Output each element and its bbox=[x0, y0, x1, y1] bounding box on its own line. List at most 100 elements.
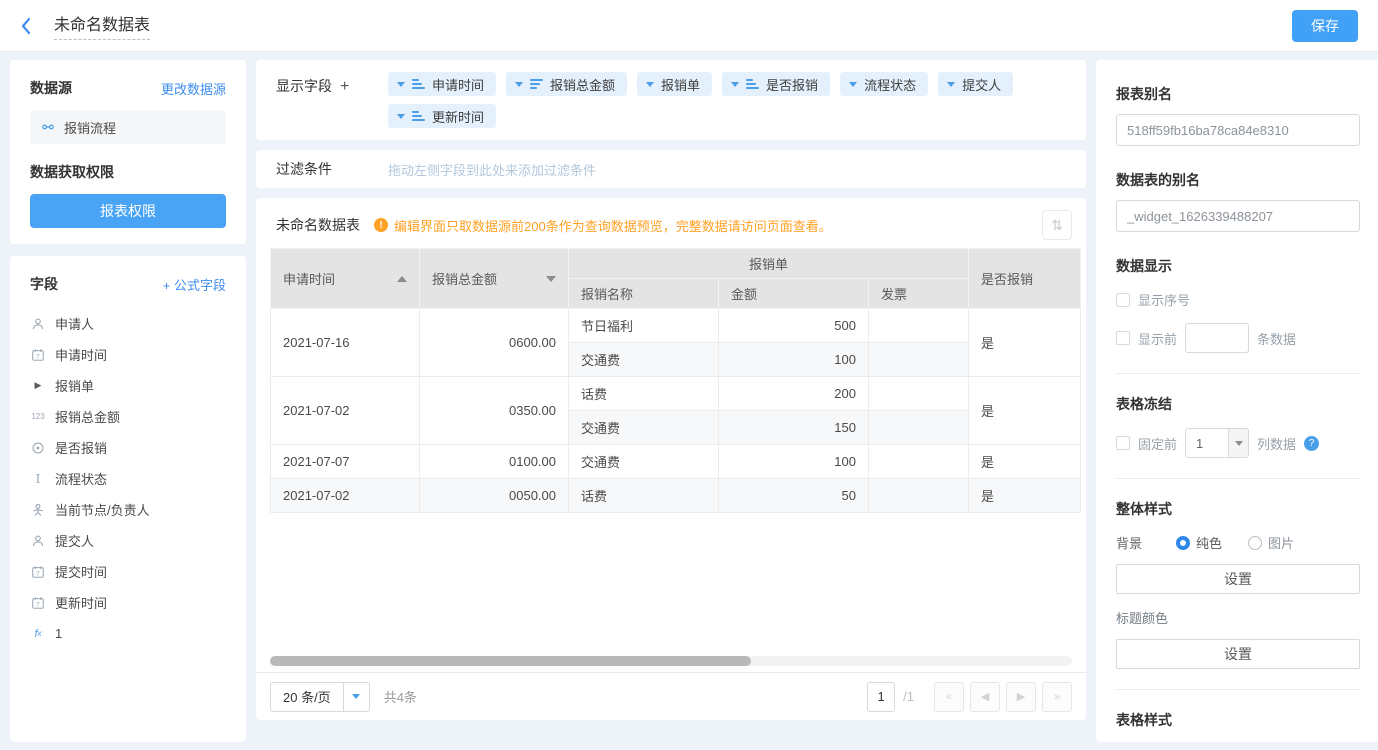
freeze-checkbox[interactable] bbox=[1116, 436, 1130, 450]
first-page-button[interactable]: « bbox=[934, 682, 964, 712]
table-cell-amount: 500 bbox=[719, 309, 869, 343]
display-field-chip-label: 是否报销 bbox=[766, 75, 818, 94]
save-button[interactable]: 保存 bbox=[1292, 10, 1358, 42]
image-radio[interactable] bbox=[1248, 536, 1262, 550]
table-cell-name: 话费 bbox=[569, 479, 719, 513]
column-header-flag[interactable]: 是否报销 bbox=[969, 249, 1081, 309]
display-field-chip[interactable]: 提交人 bbox=[938, 72, 1013, 96]
display-field-chip[interactable]: 申请时间 bbox=[388, 72, 496, 96]
flow-icon bbox=[40, 119, 56, 135]
table-cell-name: 节日福利 bbox=[569, 309, 719, 343]
field-item[interactable]: ▶报销单 bbox=[30, 370, 226, 401]
display-field-chip[interactable]: 更新时间 bbox=[388, 104, 496, 128]
filter-dropzone[interactable]: 拖动左侧字段到此处来添加过滤条件 bbox=[388, 160, 596, 179]
display-field-chip[interactable]: 报销单 bbox=[637, 72, 712, 96]
freeze-count-select[interactable]: 1 bbox=[1185, 428, 1249, 458]
settings-panel: 报表别名 数据表的别名 数据显示 显示序号 显示前 条数据 bbox=[1096, 60, 1378, 742]
show-index-checkbox[interactable] bbox=[1116, 293, 1130, 307]
help-icon[interactable]: ? bbox=[1304, 436, 1319, 451]
field-item[interactable]: 7更新时间 bbox=[30, 587, 226, 618]
title-color-set-button[interactable]: 设置 bbox=[1116, 639, 1360, 669]
field-item-label: 1 bbox=[55, 626, 62, 641]
field-item[interactable]: 7提交时间 bbox=[30, 556, 226, 587]
report-alias-input[interactable] bbox=[1116, 114, 1360, 146]
page-number-input[interactable]: 1 bbox=[867, 682, 895, 712]
prev-page-button[interactable]: ◀ bbox=[970, 682, 1000, 712]
page-size-select[interactable]: 20 条/页 bbox=[270, 682, 370, 712]
column-subheader[interactable]: 报销名称 bbox=[569, 279, 719, 309]
field-item-label: 更新时间 bbox=[55, 593, 107, 612]
table-cell-reimbursed: 是 bbox=[969, 445, 1081, 479]
field-item[interactable]: 123报销总金额 bbox=[30, 401, 226, 432]
page-title[interactable]: 未命名数据表 bbox=[54, 11, 150, 40]
background-set-button[interactable]: 设置 bbox=[1116, 564, 1360, 594]
total-count: 共4条 bbox=[384, 687, 417, 706]
chevron-down-icon bbox=[646, 82, 654, 87]
field-item[interactable]: 7申请时间 bbox=[30, 339, 226, 370]
table-cell-invoice bbox=[869, 309, 969, 343]
display-field-chip[interactable]: 报销总金额 bbox=[506, 72, 627, 96]
field-item[interactable]: I流程状态 bbox=[30, 463, 226, 494]
last-page-button[interactable]: » bbox=[1042, 682, 1072, 712]
column-subheader[interactable]: 发票 bbox=[869, 279, 969, 309]
sort-desc-icon bbox=[530, 79, 543, 89]
display-fields-label: 显示字段+ bbox=[276, 72, 388, 128]
add-display-field-button[interactable]: + bbox=[340, 78, 349, 95]
datasource-item[interactable]: 报销流程 bbox=[30, 110, 226, 144]
display-field-chip[interactable]: 是否报销 bbox=[722, 72, 830, 96]
display-fields-panel: 显示字段+ 申请时间 报销总金额报销单 是否报销 流程状态提交人更新时间 bbox=[256, 60, 1086, 140]
column-subheader[interactable]: 金额 bbox=[719, 279, 869, 309]
chevron-down-icon bbox=[1228, 429, 1248, 457]
display-field-chip[interactable]: 流程状态 bbox=[840, 72, 928, 96]
chevron-down-icon bbox=[515, 82, 523, 87]
svg-text:7: 7 bbox=[36, 570, 40, 577]
add-formula-field-link[interactable]: + 公式字段 bbox=[163, 275, 226, 294]
column-header-date[interactable]: 申请时间 bbox=[271, 249, 420, 309]
sort-order-button[interactable]: ⇅ bbox=[1042, 210, 1072, 240]
table-cell-reimbursed: 是 bbox=[969, 377, 1081, 445]
table-cell-name: 交通费 bbox=[569, 343, 719, 377]
formula-icon: fx bbox=[30, 626, 46, 642]
table-cell-amount: 100 bbox=[719, 343, 869, 377]
field-item[interactable]: 申请人 bbox=[30, 308, 226, 339]
data-display-title: 数据显示 bbox=[1116, 256, 1360, 276]
solid-color-radio[interactable] bbox=[1176, 536, 1190, 550]
show-first-prefix: 显示前 bbox=[1138, 329, 1177, 348]
display-field-chip-label: 更新时间 bbox=[432, 107, 484, 126]
chevron-down-icon bbox=[343, 683, 369, 711]
text-icon: I bbox=[30, 471, 46, 487]
pager: 1 /1 «◀▶» bbox=[867, 682, 1072, 712]
next-page-button[interactable]: ▶ bbox=[1006, 682, 1036, 712]
show-first-count-input[interactable] bbox=[1185, 323, 1249, 353]
column-header-total[interactable]: 报销总金额 bbox=[420, 249, 569, 309]
back-icon[interactable] bbox=[20, 16, 40, 36]
datasource-panel: 数据源 更改数据源 报销流程 数据获取权限 报表权限 bbox=[10, 60, 246, 244]
field-list: 申请人7申请时间▶报销单123报销总金额是否报销I流程状态当前节点/负责人提交人… bbox=[30, 308, 226, 649]
sort-asc-icon bbox=[412, 111, 425, 121]
chevron-down-icon bbox=[731, 82, 739, 87]
table-alias-label: 数据表的别名 bbox=[1116, 170, 1360, 190]
change-datasource-link[interactable]: 更改数据源 bbox=[161, 79, 226, 98]
field-item[interactable]: 提交人 bbox=[30, 525, 226, 556]
show-first-checkbox[interactable] bbox=[1116, 331, 1130, 345]
table-cell-name: 交通费 bbox=[569, 445, 719, 479]
table-cell-amount: 150 bbox=[719, 411, 869, 445]
report-permission-button[interactable]: 报表权限 bbox=[30, 194, 226, 228]
sort-desc-icon bbox=[546, 276, 556, 282]
datasource-item-label: 报销流程 bbox=[64, 118, 116, 137]
table-alias-input[interactable] bbox=[1116, 200, 1360, 232]
table-cell-amount: 50 bbox=[719, 479, 869, 513]
content: 数据源 更改数据源 报销流程 数据获取权限 报表权限 字段 + 公式字段 申请人… bbox=[0, 52, 1378, 742]
field-item[interactable]: 是否报销 bbox=[30, 432, 226, 463]
node-person-icon bbox=[30, 502, 46, 518]
column-header-group[interactable]: 报销单 bbox=[569, 249, 969, 279]
sort-asc-icon bbox=[746, 79, 759, 89]
left-sidebar: 数据源 更改数据源 报销流程 数据获取权限 报表权限 字段 + 公式字段 申请人… bbox=[10, 60, 246, 742]
svg-text:7: 7 bbox=[36, 353, 40, 360]
freeze-prefix: 固定前 bbox=[1138, 434, 1177, 453]
display-field-chip-label: 申请时间 bbox=[432, 75, 484, 94]
field-item[interactable]: 当前节点/负责人 bbox=[30, 494, 226, 525]
field-item[interactable]: fx 1 bbox=[30, 618, 226, 649]
table-cell-total: 0100.00 bbox=[420, 445, 569, 479]
scrollbar-thumb[interactable] bbox=[270, 656, 751, 666]
